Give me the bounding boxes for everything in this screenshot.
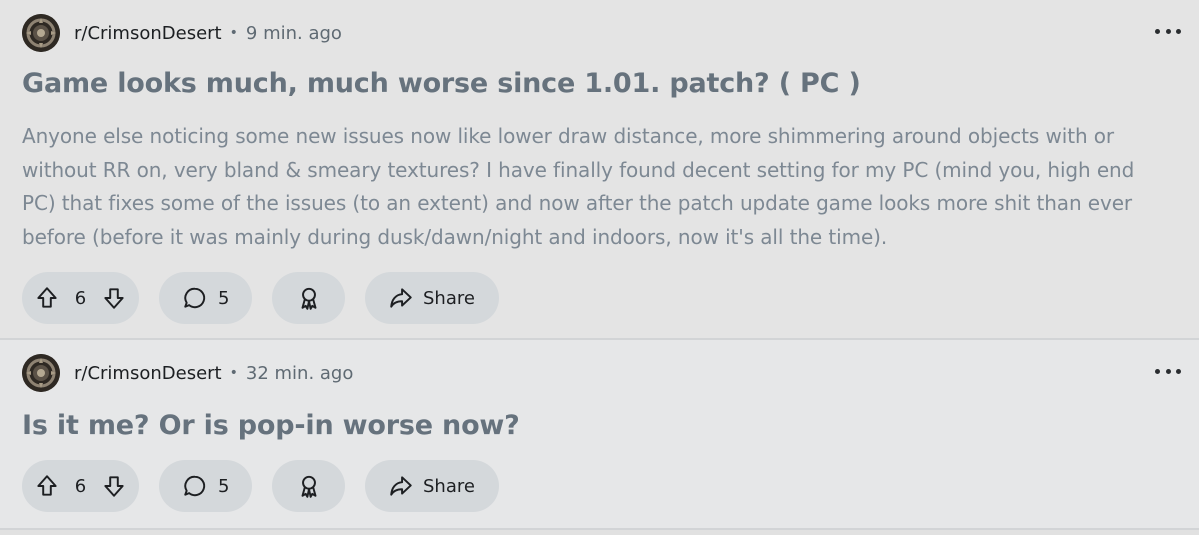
comments-button[interactable]: 5 [159,460,252,512]
post-title[interactable]: Game looks much, much worse since 1.01. … [22,68,861,99]
comment-bubble-icon [182,285,208,311]
post-actions: 6 5 Share [22,272,519,324]
vote-control: 6 [22,460,139,512]
share-arrow-icon [388,285,414,311]
share-button[interactable]: Share [365,460,499,512]
subreddit-avatar[interactable] [22,354,60,392]
downvote-icon[interactable] [101,285,127,311]
subreddit-avatar[interactable] [22,14,60,52]
vote-control: 6 [22,272,139,324]
post-time: 9 min. ago [245,22,342,44]
share-label: Share [423,475,475,497]
more-options-icon[interactable] [1155,361,1181,381]
subreddit-link[interactable]: r/CrimsonDesert [74,363,222,384]
comment-count: 5 [218,475,230,497]
more-options-icon[interactable] [1155,21,1181,41]
vote-count: 6 [74,475,87,497]
vote-count: 6 [74,287,87,309]
downvote-icon[interactable] [101,473,127,499]
post-body[interactable]: Anyone else noticing some new issues now… [22,120,1172,254]
share-arrow-icon [388,473,414,499]
upvote-icon[interactable] [34,473,60,499]
comment-count: 5 [218,287,230,309]
post-title[interactable]: Is it me? Or is pop-in worse now? [22,410,520,441]
post-divider [0,528,1199,530]
subreddit-link[interactable]: r/CrimsonDesert [74,23,222,44]
award-ribbon-icon [296,473,322,499]
post-actions: 6 5 Share [22,460,519,512]
post-header: r/CrimsonDesert • 9 min. ago [22,13,342,53]
award-button[interactable] [272,272,345,324]
upvote-icon[interactable] [34,285,60,311]
post-header: r/CrimsonDesert • 32 min. ago [22,353,353,393]
comment-bubble-icon [182,473,208,499]
meta-separator: • [229,25,238,41]
post-time: 32 min. ago [245,362,354,384]
meta-separator: • [229,365,238,381]
comments-button[interactable]: 5 [159,272,252,324]
post-card[interactable]: r/CrimsonDesert • 9 min. ago Game looks … [0,0,1199,338]
award-ribbon-icon [296,285,322,311]
award-button[interactable] [272,460,345,512]
share-label: Share [423,287,475,309]
share-button[interactable]: Share [365,272,499,324]
post-card[interactable]: r/CrimsonDesert • 32 min. ago Is it me? … [0,340,1199,528]
